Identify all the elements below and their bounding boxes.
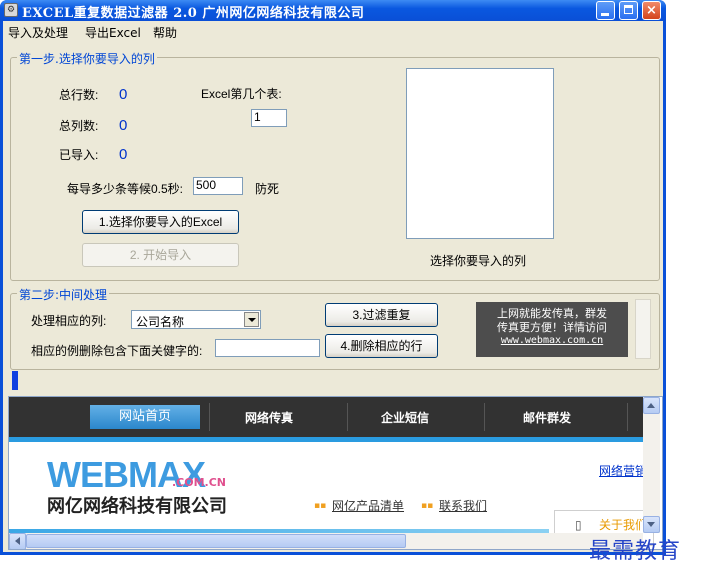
minimize-button[interactable] <box>596 1 615 20</box>
document-icon: ▯ <box>575 518 582 532</box>
window-title: EXCEL重复数据过滤器 2.0 广州网亿网络科技有限公司 <box>22 6 365 21</box>
menu-bar: 导入及处理 导出Excel 帮助 <box>3 21 663 41</box>
wait-label: 每导多少条等候0.5秒: <box>67 182 184 196</box>
column-list-caption: 选择你要导入的列 <box>430 254 527 268</box>
maximize-button[interactable] <box>619 1 638 20</box>
process-column-select[interactable]: 公司名称 <box>131 310 261 329</box>
process-column-value: 公司名称 <box>136 315 185 329</box>
nav-divider <box>347 403 348 431</box>
embedded-web-view[interactable]: 网站首页 网络传真 企业短信 邮件群发 WEBMAX .COM.CN 网亿网络科… <box>8 396 663 550</box>
nav-sms[interactable]: 企业短信 <box>381 409 429 426</box>
total-cols-value: 0 <box>119 117 128 134</box>
bullet-icon: ▪▪ <box>421 501 434 511</box>
step1-legend: 第一步.选择你要导入的列 <box>17 50 157 67</box>
menu-export-excel[interactable]: 导出Excel <box>85 24 141 41</box>
horizontal-scrollbar[interactable] <box>9 533 643 549</box>
close-button[interactable]: × <box>642 1 661 20</box>
site-nav-bar: 网站首页 网络传真 企业短信 邮件群发 <box>9 397 643 437</box>
menu-import-process[interactable]: 导入及处理 <box>8 24 68 41</box>
sheet-index-label: Excel第几个表: <box>201 87 282 101</box>
ad-link[interactable]: www.webmax.com.cn <box>476 335 628 346</box>
select-excel-button[interactable]: 1.选择你要导入的Excel <box>82 210 239 234</box>
nav-divider <box>627 403 628 431</box>
logo-web: WEB <box>47 454 129 495</box>
wait-suffix: 防死 <box>255 182 280 196</box>
delete-rows-button[interactable]: 4.删除相应的行 <box>325 334 438 358</box>
logo-company-name: 网亿网络科技有限公司 <box>47 496 227 517</box>
scroll-left-icon[interactable] <box>9 533 26 549</box>
app-icon[interactable]: ⚙ <box>4 3 18 17</box>
marketing-link[interactable]: 网络营销 <box>599 462 647 479</box>
nav-email[interactable]: 邮件群发 <box>523 409 571 426</box>
nav-divider <box>209 403 210 431</box>
nav-web-fax[interactable]: 网络传真 <box>245 409 293 426</box>
horizontal-scroll-thumb[interactable] <box>26 534 406 548</box>
step2-legend: 第二步:中间处理 <box>17 286 110 303</box>
step2-group: 第二步:中间处理 处理相应的列: 公司名称 相应的例删除包含下面关健字的: 3.… <box>10 286 660 370</box>
watermark-text: 最需教育 <box>589 539 682 564</box>
sheet-index-input[interactable]: 1 <box>251 109 287 127</box>
vertical-scrollbar[interactable] <box>643 397 660 533</box>
contact-link[interactable]: 联系我们 <box>439 497 487 514</box>
ad-line-2: 传真更方便！详情访问 <box>497 321 607 334</box>
nav-divider <box>484 403 485 431</box>
bullet-icon: ▪▪ <box>314 501 327 511</box>
client-area: 导入及处理 导出Excel 帮助 第一步.选择你要导入的列 总行数: 0 总列数… <box>3 21 663 552</box>
filter-duplicates-button[interactable]: 3.过滤重复 <box>325 303 438 327</box>
wait-input[interactable]: 500 <box>193 177 243 195</box>
title-bar[interactable]: ⚙ EXCEL重复数据过滤器 2.0 广州网亿网络科技有限公司 × <box>0 0 666 21</box>
app-window: ⚙ EXCEL重复数据过滤器 2.0 广州网亿网络科技有限公司 × 导入及处理 … <box>0 0 666 555</box>
webmax-logo[interactable]: WEBMAX <box>47 454 206 496</box>
imported-value: 0 <box>119 146 128 163</box>
process-column-label: 处理相应的列: <box>31 314 107 328</box>
ad-scrollbar[interactable] <box>635 299 651 359</box>
column-listbox[interactable] <box>406 68 554 239</box>
total-cols-label: 总列数: <box>59 119 99 133</box>
imported-label: 已导入: <box>59 148 99 162</box>
logo-domain: .COM.CN <box>172 476 227 489</box>
about-link[interactable]: 关于我们 <box>599 516 647 533</box>
products-link[interactable]: 网亿产品清单 <box>332 497 404 514</box>
menu-help[interactable]: 帮助 <box>153 24 177 41</box>
start-import-button[interactable]: 2. 开始导入 <box>82 243 239 267</box>
nav-home[interactable]: 网站首页 <box>90 405 200 429</box>
chevron-down-icon[interactable] <box>244 312 259 327</box>
scroll-up-icon[interactable] <box>643 397 660 414</box>
progress-indicator <box>12 371 18 390</box>
delete-keyword-label: 相应的例删除包含下面关健字的: <box>31 344 203 358</box>
fax-ad-banner[interactable]: 上网就能发传真，群发 传真更方便！详情访问 www.webmax.com.cn <box>476 302 628 357</box>
step1-group: 第一步.选择你要导入的列 总行数: 0 总列数: 0 已导入: 0 Excel第… <box>10 50 660 281</box>
total-rows-label: 总行数: <box>59 88 99 102</box>
delete-keyword-input[interactable] <box>215 339 320 357</box>
nav-accent-bar <box>9 437 643 442</box>
total-rows-value: 0 <box>119 86 128 103</box>
scroll-down-icon[interactable] <box>643 516 660 533</box>
